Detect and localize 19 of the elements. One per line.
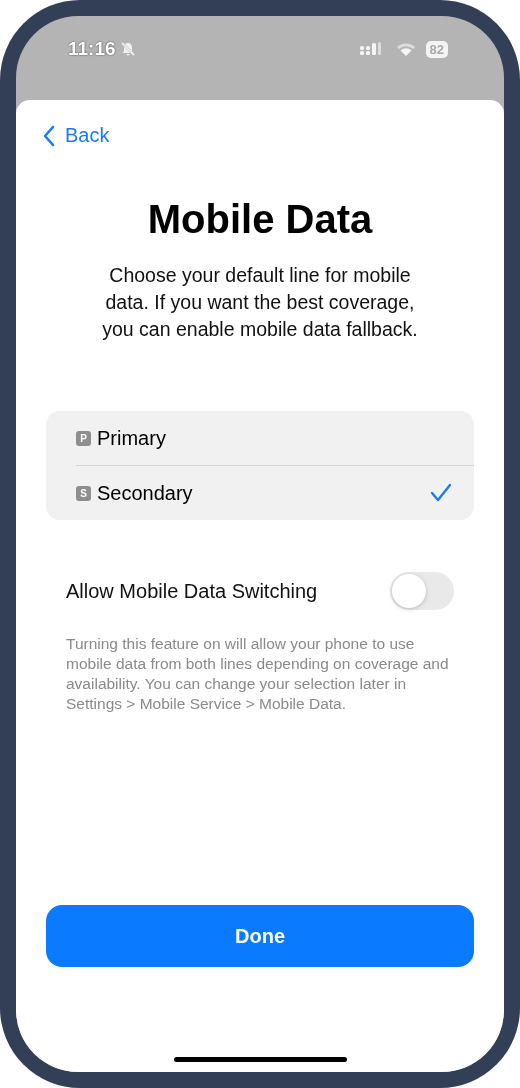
line-label: Secondary [97, 481, 194, 505]
line-option[interactable]: S Secondary [76, 465, 474, 520]
footnote-text: Turning this feature on will allow your phone to use mobile data from both lines depending on coverage and availability. You can change your selection later in Settings > Mobile Service > Mobile Data. [66, 634, 450, 714]
line-badge: P [76, 430, 91, 446]
status-time: 11:16 [68, 38, 116, 60]
checkmark-icon [430, 483, 452, 503]
page-title: Mobile Data [146, 197, 374, 242]
description-text: Choose your default line for mobile data. If you want the best coverage, you can enable mobile data fallback. [101, 263, 419, 342]
done-button[interactable]: Done [46, 905, 474, 967]
line-badge: S [76, 485, 91, 501]
switch-label: Allow Mobile Data Switching [66, 579, 319, 603]
line-label: Primary [97, 426, 167, 450]
chevron-left-icon [43, 124, 55, 147]
line-option[interactable]: P Primary [76, 411, 474, 465]
battery-level: 82 [425, 40, 448, 58]
back-link[interactable]: Back [43, 124, 110, 147]
toggle-switch[interactable] [390, 572, 454, 610]
signal-icon [359, 42, 382, 56]
wifi-icon [395, 42, 416, 56]
